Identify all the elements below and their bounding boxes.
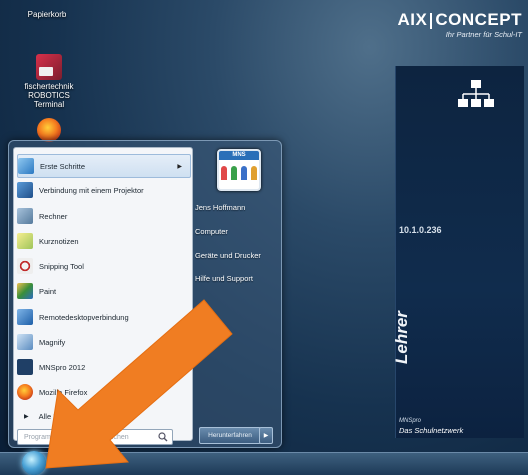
menu-item-erste-schritte[interactable]: Erste Schritte ▶ xyxy=(17,154,191,178)
menu-item-firefox[interactable]: Mozilla Firefox xyxy=(17,381,189,403)
taskbar xyxy=(0,452,528,475)
menu-item-remote-desktop[interactable]: Remotedesktopverbindung xyxy=(17,306,189,328)
chevron-right-icon: ▶ xyxy=(263,433,269,439)
remote-desktop-icon xyxy=(17,309,33,325)
network-icon xyxy=(458,80,494,107)
desktop-icon-robotics[interactable]: fischertechnik ROBOTICS Terminal xyxy=(0,54,98,109)
calculator-icon xyxy=(17,208,33,224)
robotics-icon xyxy=(36,54,62,80)
shutdown-button[interactable]: Herunterfahren xyxy=(199,427,261,444)
start-menu: Erste Schritte ▶ Verbindung mit einem Pr… xyxy=(8,140,282,448)
menu-item-mnspro[interactable]: MNSpro 2012 xyxy=(17,356,189,378)
devices-printers-link[interactable]: Geräte und Drucker xyxy=(195,251,261,260)
paint-icon xyxy=(17,283,33,299)
expand-arrow-icon: ▶ xyxy=(24,414,29,420)
mnspro-icon xyxy=(17,359,33,375)
desktop-icon-recycle-bin[interactable]: Papierkorb xyxy=(22,0,72,19)
firefox-icon xyxy=(17,384,33,400)
product-tagline: Das Schulnetzwerk xyxy=(399,426,464,435)
all-programs-link[interactable]: ▶ Alle Programme xyxy=(24,412,92,421)
desktop-icon-label: Papierkorb xyxy=(27,10,67,19)
user-name-link[interactable]: Jens Hoffmann xyxy=(195,203,245,212)
desktop-icon-label: fischertechnik ROBOTICS Terminal xyxy=(24,82,74,109)
computer-link[interactable]: Computer xyxy=(195,227,228,236)
projector-icon xyxy=(17,182,33,198)
submenu-arrow-icon: ▶ xyxy=(177,163,182,170)
magnifier-icon xyxy=(17,334,33,350)
start-menu-right-pane: MNS Jens Hoffmann Computer Geräte und Dr… xyxy=(195,147,279,439)
brand-tagline: Ihr Partner für Schul-IT xyxy=(445,30,522,39)
user-avatar[interactable]: MNS xyxy=(217,149,261,191)
aixconcept-logo: AIX CONCEPT Ihr Partner für Schul-IT xyxy=(397,10,522,39)
help-support-link[interactable]: Hilfe und Support xyxy=(195,274,253,283)
start-menu-programs-pane: Erste Schritte ▶ Verbindung mit einem Pr… xyxy=(13,147,193,441)
start-search-input[interactable]: Programme/Dateien durchsuchen xyxy=(17,429,173,445)
search-icon xyxy=(158,432,168,442)
sticky-notes-icon xyxy=(17,233,33,249)
recycle-bin-icon xyxy=(37,0,57,8)
getting-started-icon xyxy=(18,158,34,174)
ip-address: 10.1.0.236 xyxy=(399,225,442,235)
menu-item-magnify[interactable]: Magnify xyxy=(17,331,189,353)
role-label: Lehrer xyxy=(392,311,411,364)
menu-item-rechner[interactable]: Rechner xyxy=(17,205,189,227)
menu-item-snipping-tool[interactable]: Snipping Tool xyxy=(17,255,189,277)
firefox-icon xyxy=(37,118,61,142)
menu-item-paint[interactable]: Paint xyxy=(17,280,189,302)
start-button[interactable] xyxy=(22,451,46,475)
product-name: MNSpro xyxy=(399,418,422,424)
info-panel: 10.1.0.236 Lehrer MNSpro Das Schulnetzwe… xyxy=(392,66,524,438)
menu-item-kurznotizen[interactable]: Kurznotizen xyxy=(17,230,189,252)
snipping-tool-icon xyxy=(17,258,33,274)
shutdown-options-button[interactable]: ▶ xyxy=(259,427,273,444)
menu-item-projector[interactable]: Verbindung mit einem Projektor xyxy=(17,179,189,201)
ip-info: 10.1.0.236 xyxy=(399,226,442,235)
